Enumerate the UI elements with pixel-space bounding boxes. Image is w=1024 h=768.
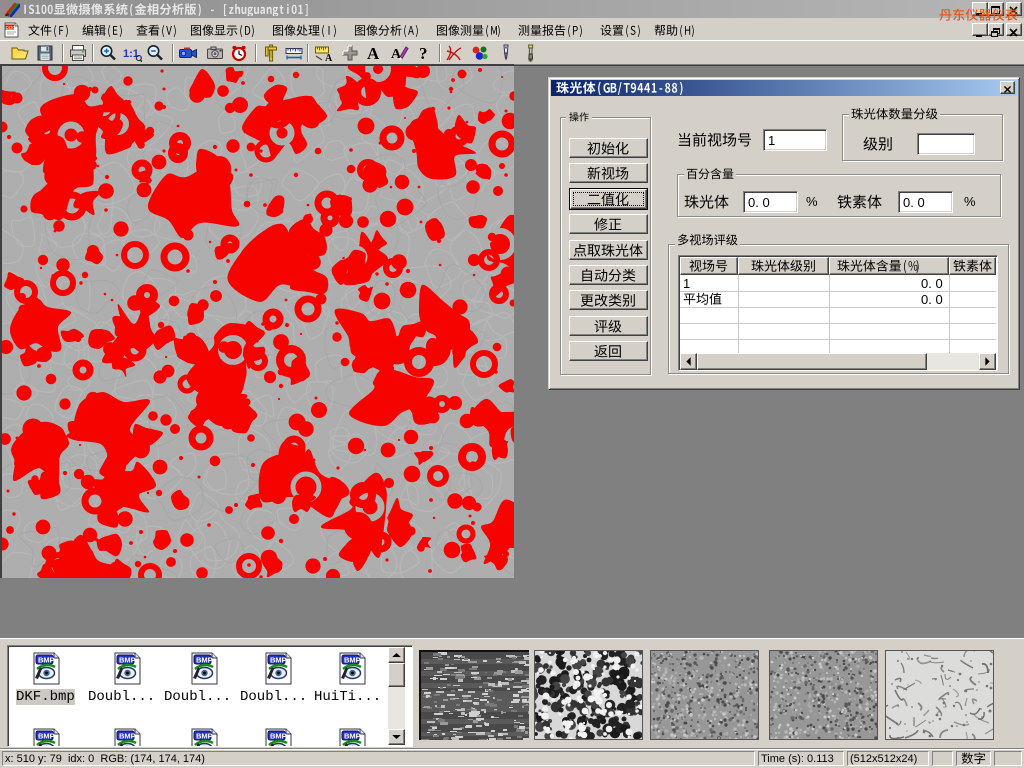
svg-text:BMP: BMP xyxy=(270,732,287,741)
svg-text:DOC: DOC xyxy=(6,25,17,30)
svg-text:BMP: BMP xyxy=(119,656,136,665)
svg-text:BMP: BMP xyxy=(38,656,55,665)
svg-text:BMP: BMP xyxy=(196,656,213,665)
svg-text:A: A xyxy=(367,44,380,63)
svg-text:BMP: BMP xyxy=(344,732,361,741)
svg-text:BMP: BMP xyxy=(344,656,361,665)
svg-text:BMP: BMP xyxy=(119,732,136,741)
svg-text:BMP: BMP xyxy=(196,732,213,741)
svg-text:?: ? xyxy=(419,44,428,63)
svg-text:BMP: BMP xyxy=(270,656,287,665)
svg-text:A: A xyxy=(325,53,333,63)
svg-text:BMP: BMP xyxy=(38,732,55,741)
